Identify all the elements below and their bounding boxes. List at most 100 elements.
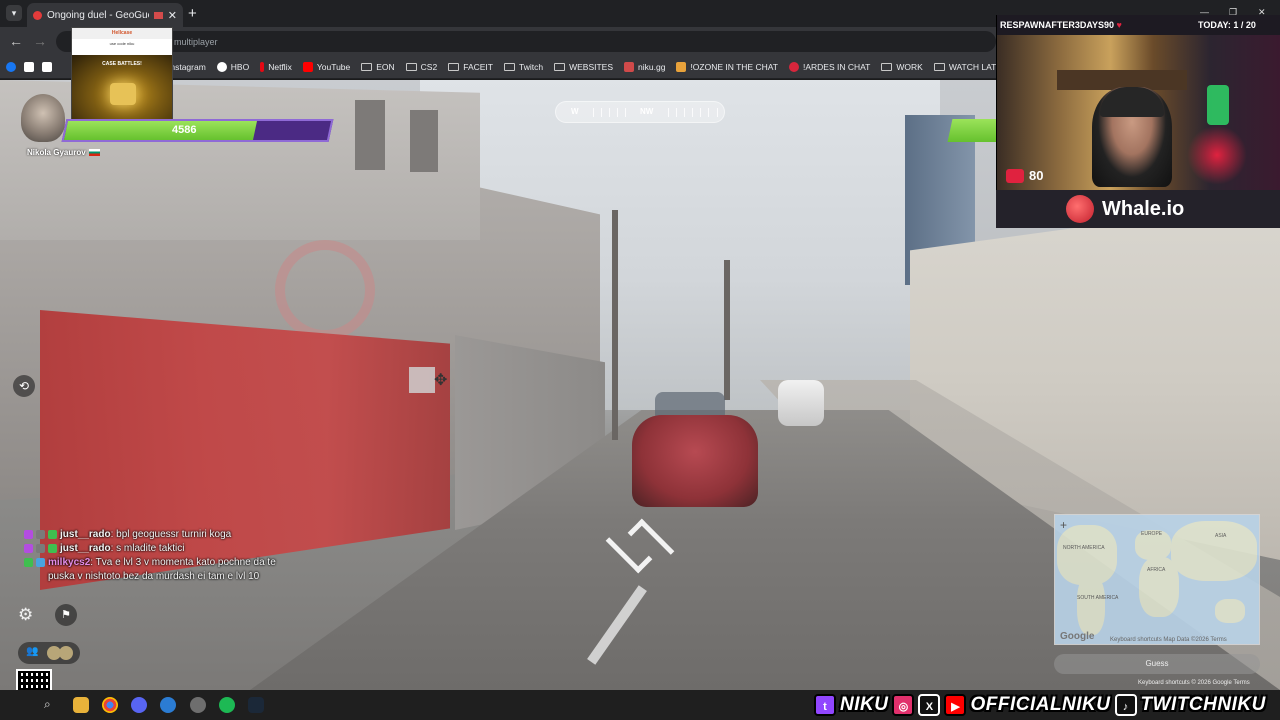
compass-tick xyxy=(668,108,669,117)
bookmark-folder-cs2[interactable]: CS2 xyxy=(405,61,438,72)
webcam-light-red xyxy=(1187,125,1247,185)
chat-username: milkycs2 xyxy=(48,557,91,568)
twitch-icon: t xyxy=(814,694,836,716)
guess-button[interactable]: Guess xyxy=(1054,654,1260,674)
mod-badge-icon xyxy=(36,530,45,539)
bookmark-ardes[interactable]: !ARDES IN CHAT xyxy=(788,61,871,72)
bookmark-folder-twitch[interactable]: Twitch xyxy=(503,61,544,72)
compass-tick xyxy=(676,108,677,117)
twitch-handle: NIKU xyxy=(840,694,889,715)
bulgaria-flag-icon xyxy=(88,149,100,157)
tab-title: Ongoing duel - GeoGuessr xyxy=(47,9,149,21)
bookmark-ozone[interactable]: !OZONE IN THE CHAT xyxy=(676,61,778,72)
guess-map[interactable]: EUROPE AFRICA ASIA NORTH AMERICA SOUTH A… xyxy=(1054,514,1260,645)
file-explorer-icon[interactable] xyxy=(73,697,89,713)
health-value: 4586 xyxy=(172,124,197,136)
ardes-icon xyxy=(788,61,799,72)
compass-tick xyxy=(717,108,718,117)
folder-icon xyxy=(448,62,460,71)
bookmark-folder-websites[interactable]: WEBSITES xyxy=(554,62,613,72)
health-bar-fill xyxy=(63,121,258,140)
bookmark-label: EON xyxy=(376,61,395,72)
close-window-icon[interactable]: ✕ xyxy=(1258,7,1266,18)
back-arrow-icon[interactable]: ← xyxy=(9,33,23,49)
steam-icon[interactable] xyxy=(248,697,264,713)
chat-message: just__rado: bpl geoguessr turniri koga xyxy=(24,528,294,542)
compass-tick xyxy=(625,108,626,117)
ad-subtitle: use code niku xyxy=(72,39,172,55)
maximize-icon[interactable]: ❐ xyxy=(1229,7,1237,18)
x-icon: X xyxy=(918,694,941,716)
compass-tick xyxy=(617,108,618,117)
heart-rate-value: 80 xyxy=(1029,168,1044,183)
tab-search-button[interactable]: ▾ xyxy=(6,5,22,21)
discord-icon[interactable] xyxy=(131,697,147,713)
folder-icon xyxy=(554,62,566,71)
tab-geoguessr[interactable]: Ongoing duel - GeoGuessr ✕ xyxy=(27,3,183,27)
forward-arrow-icon[interactable]: → xyxy=(33,33,47,49)
instagram-icon: ◎ xyxy=(892,694,915,716)
niku-icon xyxy=(624,61,635,72)
map-land-south-america xyxy=(1077,575,1105,635)
facebook-icon[interactable] xyxy=(6,61,16,72)
stream-title-text: RESPAWNAFTER3DAYS90 xyxy=(1000,20,1115,30)
bookmark-hbo[interactable]: HBO xyxy=(216,61,249,72)
bookmark-netflix[interactable]: Netflix xyxy=(260,61,292,72)
red-car xyxy=(632,415,758,507)
ozone-icon xyxy=(676,61,687,72)
compass-tick xyxy=(601,108,602,117)
webcam-light xyxy=(1207,85,1229,125)
vip-badge-icon xyxy=(24,558,33,567)
treasure-chest-icon xyxy=(110,83,136,105)
map-google-logo: Google xyxy=(1060,631,1095,642)
gift-badge-icon xyxy=(36,558,45,567)
sponsor-banner: Whale.io xyxy=(996,190,1280,228)
prime-badge-icon xyxy=(48,544,57,553)
report-location-icon[interactable]: ⟲ xyxy=(13,375,35,397)
white-car xyxy=(778,380,824,426)
folder-icon xyxy=(933,62,945,71)
today-counter: TODAY: 1 / 20 xyxy=(1198,20,1256,30)
chat-username: just__rado xyxy=(60,543,111,554)
bookmark-folder-work[interactable]: WORK xyxy=(881,62,923,72)
minimize-icon[interactable]: — xyxy=(1200,7,1209,17)
map-land-australia xyxy=(1215,599,1245,623)
spotify-icon[interactable] xyxy=(219,697,235,713)
bookmark-label: YouTube xyxy=(316,61,351,72)
bookmark-label: !ARDES IN CHAT xyxy=(802,61,871,72)
bookmark-label: !OZONE IN THE CHAT xyxy=(690,61,778,72)
bookmark-label: Twitch xyxy=(518,61,544,72)
compass-tick xyxy=(692,108,693,117)
building-window xyxy=(410,110,438,172)
chat-text: s mladite taktici xyxy=(116,543,185,554)
chat-message: just__rado: s mladite taktici xyxy=(24,542,294,556)
health-bar xyxy=(61,119,334,142)
tab-close-icon[interactable]: ✕ xyxy=(168,9,177,22)
map-label: NORTH AMERICA xyxy=(1063,545,1105,551)
compass-tick xyxy=(593,108,594,117)
bookmark-niku-gg[interactable]: niku.gg xyxy=(624,61,666,72)
heart-icon: ♥ xyxy=(1116,20,1122,30)
mod-badge-icon xyxy=(36,544,45,553)
zoom-in-icon[interactable]: + xyxy=(1060,518,1067,532)
x-icon[interactable] xyxy=(24,61,34,72)
bookmark-label: CS2 xyxy=(420,61,438,72)
bookmark-youtube[interactable]: YouTube xyxy=(302,61,351,72)
settings-gear-icon[interactable]: ⚙ xyxy=(18,605,33,625)
bookmark-folder-eon[interactable]: EON xyxy=(361,61,395,72)
bookmark-label: niku.gg xyxy=(638,61,666,72)
cursor-highlight xyxy=(409,367,435,393)
new-tab-button[interactable]: + xyxy=(188,5,197,22)
ad-brand: Hellcase xyxy=(72,28,172,39)
x-icon-2[interactable] xyxy=(42,61,52,72)
chrome-icon[interactable] xyxy=(102,697,118,713)
stream-chat: just__rado: bpl geoguessr turniri koga j… xyxy=(24,528,294,584)
bookmark-folder-faceit[interactable]: FACEIT xyxy=(448,62,493,72)
app-icon[interactable] xyxy=(160,697,176,713)
search-icon[interactable]: ⌕ xyxy=(44,697,60,713)
ad-title: CASE BATTLES! xyxy=(102,61,142,67)
return-to-start-flag-icon[interactable]: ⚑ xyxy=(55,604,77,626)
sponsor-ad-card: Hellcase use code niku CASE BATTLES! xyxy=(71,27,173,127)
bookmark-label: Netflix xyxy=(268,61,292,72)
settings-app-icon[interactable] xyxy=(190,697,206,713)
